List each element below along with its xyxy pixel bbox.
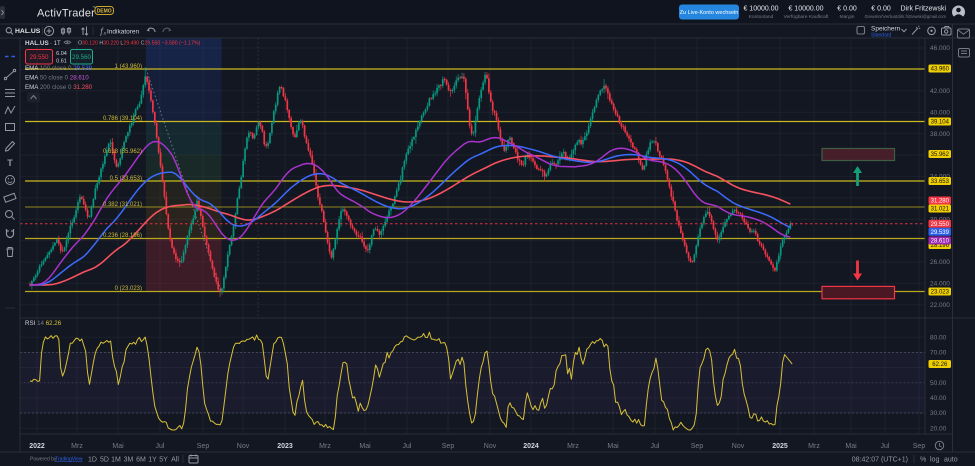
svg-text:All: All xyxy=(171,457,179,464)
svg-text:0.61: 0.61 xyxy=(56,58,67,64)
svg-text:Mrz: Mrz xyxy=(567,443,579,450)
svg-text:20.00: 20.00 xyxy=(930,425,947,432)
svg-text:29.550: 29.550 xyxy=(931,222,950,228)
svg-text:Gewinn/Verlust: Gewinn/Verlust xyxy=(865,14,899,20)
svg-text:DEMO: DEMO xyxy=(97,9,112,15)
svg-text:Powered by: Powered by xyxy=(30,457,57,463)
svg-text:€ 0.00: € 0.00 xyxy=(837,6,857,13)
svg-text:Mrz: Mrz xyxy=(71,443,83,450)
svg-text:Nov: Nov xyxy=(732,443,745,450)
svg-text:30.00: 30.00 xyxy=(930,410,947,417)
svg-text:40.00: 40.00 xyxy=(930,395,947,402)
svg-text:Dirk Fritzewski: Dirk Fritzewski xyxy=(901,6,947,13)
svg-text:Jul: Jul xyxy=(651,443,660,450)
svg-text:Margin: Margin xyxy=(840,14,855,20)
svg-text:O30.120 H30.220 L29.490 C29.55: O30.120 H30.220 L29.490 C29.550 −3.580 (… xyxy=(78,41,201,47)
svg-text:0.786 (39.104): 0.786 (39.104) xyxy=(103,116,142,122)
svg-text:Jul: Jul xyxy=(881,443,890,450)
svg-text:0.618 (35.962): 0.618 (35.962) xyxy=(103,149,142,155)
svg-text:26.000: 26.000 xyxy=(930,259,950,266)
svg-text:23.023: 23.023 xyxy=(931,290,950,296)
svg-text:39.104: 39.104 xyxy=(931,120,950,126)
svg-text:Verfügbare Kaufkraft: Verfügbare Kaufkraft xyxy=(784,14,829,20)
svg-text:%: % xyxy=(920,457,926,464)
svg-text:TradingView: TradingView xyxy=(55,457,83,463)
svg-text:2024: 2024 xyxy=(523,443,539,450)
svg-text:1 (43.960): 1 (43.960) xyxy=(115,64,142,70)
svg-text:0.236 (28.196): 0.236 (28.196) xyxy=(103,233,142,239)
svg-text:Sep: Sep xyxy=(913,443,926,450)
svg-text:62.26: 62.26 xyxy=(932,362,948,368)
svg-text:2023: 2023 xyxy=(277,443,293,450)
svg-text:auto: auto xyxy=(944,457,958,464)
svg-text:EMA 200 close 0 31.280: EMA 200 close 0 31.280 xyxy=(25,84,93,91)
svg-text:46.000: 46.000 xyxy=(930,45,950,52)
svg-text:0.5 (33.653): 0.5 (33.653) xyxy=(110,176,142,182)
svg-text:€ 10000.00: € 10000.00 xyxy=(743,6,778,13)
svg-text:Nov: Nov xyxy=(484,443,497,450)
svg-text:Mai: Mai xyxy=(607,443,619,450)
svg-text:43.960: 43.960 xyxy=(931,67,950,73)
svg-text:40.000: 40.000 xyxy=(930,109,950,116)
svg-text:1M: 1M xyxy=(111,457,121,464)
svg-text:0.382 (31.021): 0.382 (31.021) xyxy=(103,202,142,208)
svg-text:Standard: Standard xyxy=(871,33,892,39)
svg-text:Indikatoren: Indikatoren xyxy=(107,28,140,35)
svg-text:Sep: Sep xyxy=(442,443,455,450)
svg-text:2022: 2022 xyxy=(29,443,45,450)
svg-text:EMA 100 close 0 29.539: EMA 100 close 0 29.539 xyxy=(25,65,93,72)
svg-text:RSI 14 62.26: RSI 14 62.26 xyxy=(25,320,62,327)
svg-text:29.539: 29.539 xyxy=(931,230,950,236)
svg-text:24.000: 24.000 xyxy=(930,281,950,288)
svg-text:31.021: 31.021 xyxy=(931,207,950,213)
svg-text:1Y: 1Y xyxy=(148,457,157,464)
svg-text:08:42:07 (UTC+1): 08:42:07 (UTC+1) xyxy=(852,457,908,464)
svg-text:Jul: Jul xyxy=(403,443,412,450)
svg-text:42.000: 42.000 xyxy=(930,88,950,95)
svg-text:2025: 2025 xyxy=(772,443,788,450)
svg-text:Nov: Nov xyxy=(237,443,250,450)
svg-text:28.610: 28.610 xyxy=(931,239,950,245)
svg-text:T: T xyxy=(7,158,13,168)
svg-text:31.280: 31.280 xyxy=(931,199,950,205)
svg-text:x: x xyxy=(103,31,107,37)
svg-text:6M: 6M xyxy=(136,457,146,464)
svg-text:Mai: Mai xyxy=(112,443,124,450)
svg-text:EMA 50 close 0 28.610: EMA 50 close 0 28.610 xyxy=(25,75,89,82)
svg-text:· 1T: · 1T xyxy=(50,41,61,47)
svg-text:29.560: 29.560 xyxy=(72,54,91,61)
svg-text:Kontostand: Kontostand xyxy=(749,14,774,20)
svg-text:HAL.US: HAL.US xyxy=(25,40,50,47)
svg-text:38.000: 38.000 xyxy=(930,131,950,138)
svg-text:Mrz: Mrz xyxy=(319,443,331,450)
svg-text:29.550: 29.550 xyxy=(30,54,49,61)
svg-text:dirk.fritzewski@gmail.com: dirk.fritzewski@gmail.com xyxy=(898,14,947,19)
svg-text:70.00: 70.00 xyxy=(930,350,947,357)
svg-text:5Y: 5Y xyxy=(159,457,168,464)
svg-text:35.962: 35.962 xyxy=(931,152,950,158)
svg-text:80.00: 80.00 xyxy=(930,334,947,341)
svg-text:€ 0.00: € 0.00 xyxy=(871,6,891,13)
svg-text:Mai: Mai xyxy=(359,443,371,450)
svg-text:ActivTrader: ActivTrader xyxy=(37,7,95,19)
svg-text:0 (23.023): 0 (23.023) xyxy=(115,286,142,292)
svg-text:Speichern: Speichern xyxy=(871,26,901,33)
svg-text:5D: 5D xyxy=(100,457,109,464)
svg-text:Sep: Sep xyxy=(691,443,704,450)
svg-text:log: log xyxy=(930,457,939,464)
svg-text:Mrz: Mrz xyxy=(808,443,820,450)
svg-text:50.00: 50.00 xyxy=(930,380,947,387)
svg-text:Zu Live-Konto wechseln: Zu Live-Konto wechseln xyxy=(680,10,739,16)
svg-text:€ 10000.00: € 10000.00 xyxy=(788,6,823,13)
svg-text:HAL.US: HAL.US xyxy=(15,28,41,35)
svg-text:33.653: 33.653 xyxy=(931,179,950,185)
svg-text:6.04: 6.04 xyxy=(56,51,67,57)
svg-text:Sep: Sep xyxy=(197,443,210,450)
svg-text:1D: 1D xyxy=(88,457,97,464)
svg-text:3M: 3M xyxy=(124,457,134,464)
svg-text:Mai: Mai xyxy=(845,443,857,450)
svg-text:22.000: 22.000 xyxy=(930,302,950,309)
svg-text:Jul: Jul xyxy=(156,443,165,450)
